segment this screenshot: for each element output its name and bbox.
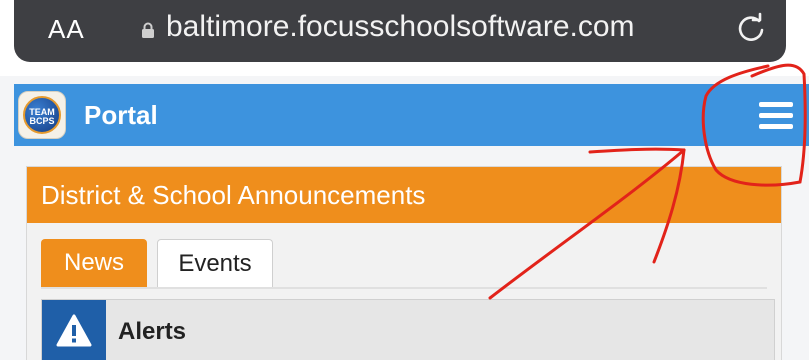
menu-bar-top [759,102,793,107]
browser-chrome: AA baltimore.focusschoolsoftware.com [0,0,809,76]
screenshot-frame: AA baltimore.focusschoolsoftware.com TEA… [0,0,809,360]
text-size-label: AA [48,14,85,44]
logo-text-line2: BCPS [29,116,55,126]
portal-header: TEAM BCPS Portal [14,84,809,146]
alerts-icon-box [42,300,106,360]
tab-events[interactable]: Events [157,239,273,287]
hamburger-menu-button[interactable] [759,102,793,130]
logo-badge: TEAM BCPS [23,96,61,134]
alerts-label: Alerts [118,318,187,345]
announcements-panel: District & School Announcements News Eve… [26,166,782,360]
announcements-title: District & School Announcements [41,180,426,210]
announcements-header: District & School Announcements [27,167,781,223]
reload-icon[interactable] [734,12,768,46]
announcements-tabs-area: News Events Alerts [27,223,781,360]
warning-icon [56,314,92,347]
menu-bar-bottom [759,124,793,129]
portal-title[interactable]: Portal [84,100,158,131]
list-item-alerts[interactable]: Alerts [41,299,775,360]
address-bar[interactable]: AA baltimore.focusschoolsoftware.com [14,0,786,62]
annotation-arrow-head-top [588,147,686,154]
tab-divider [41,287,767,289]
text-size-button[interactable]: AA [48,14,85,45]
url-text[interactable]: baltimore.focusschoolsoftware.com [166,10,635,44]
menu-bar-middle [759,113,793,118]
team-bcps-logo[interactable]: TEAM BCPS [18,91,66,139]
tab-news[interactable]: News [41,239,147,287]
lock-icon [142,22,154,38]
